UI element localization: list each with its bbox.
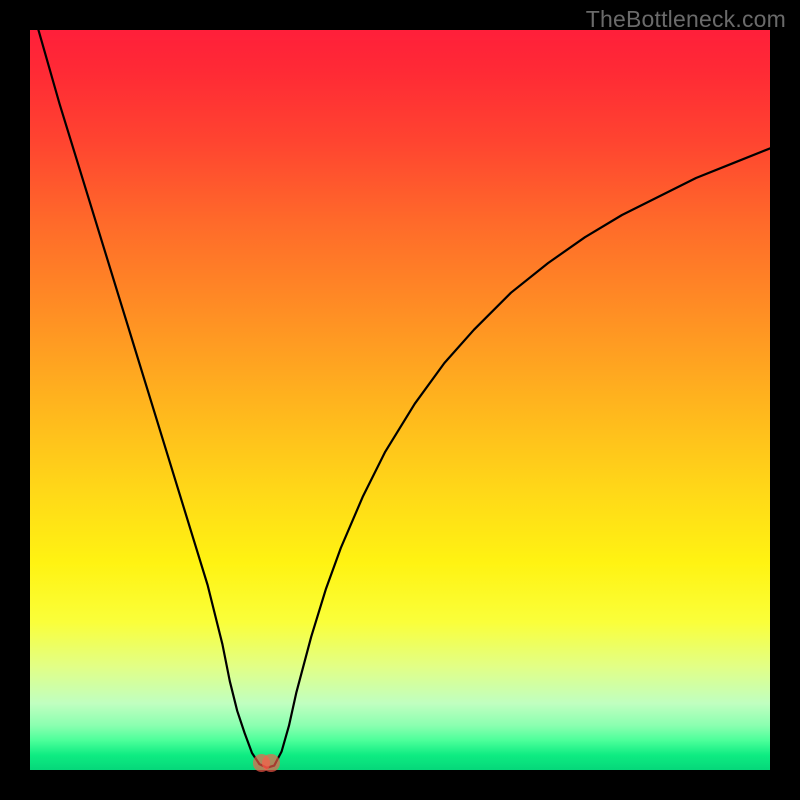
chart-container: { "watermark": "TheBottleneck.com", "cha… <box>0 0 800 800</box>
bottleneck-curve <box>30 30 770 770</box>
watermark-text: TheBottleneck.com <box>586 6 786 33</box>
plot-area <box>30 30 770 770</box>
